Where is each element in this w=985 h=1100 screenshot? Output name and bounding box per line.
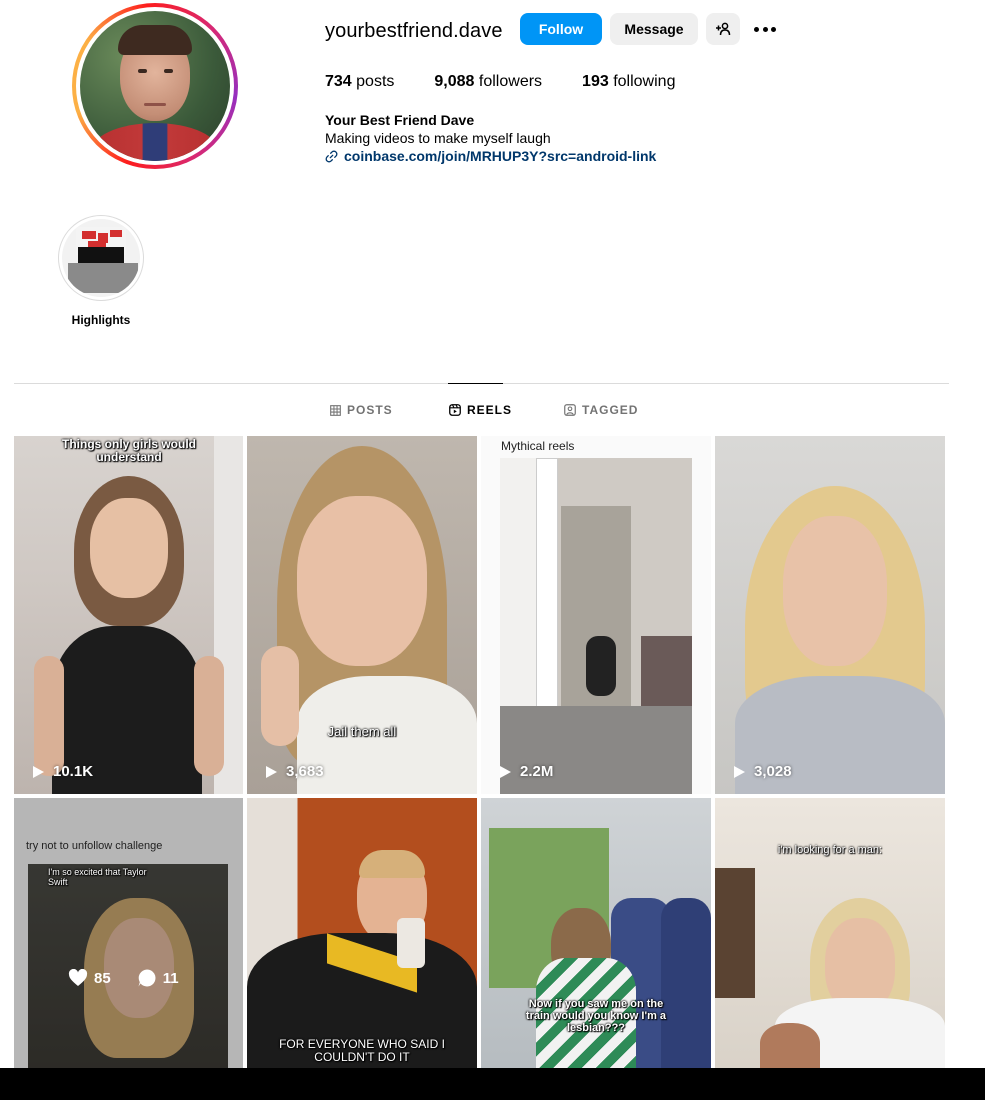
reel-tile[interactable]: Mythical reels 2.2M	[481, 436, 711, 794]
highlight-label: Highlights	[71, 313, 131, 327]
avatar-photo	[80, 11, 230, 161]
follow-button[interactable]: Follow	[520, 13, 602, 45]
play-icon	[33, 765, 44, 778]
reel-caption: Jail them all	[327, 724, 397, 739]
profile-username: yourbestfriend.dave	[325, 20, 503, 42]
profile-bio: Making videos to make myself laugh	[325, 130, 551, 146]
tagged-icon	[564, 404, 576, 416]
following-stat[interactable]: 193 following	[582, 73, 675, 91]
message-button[interactable]: Message	[610, 13, 698, 45]
profile-page: yourbestfriend.dave Follow Message 734 p…	[0, 0, 985, 1068]
reel-views: 3,683	[264, 763, 324, 780]
reel-caption: FOR EVERYONE WHO SAID I COULDN'T DO IT	[279, 1037, 445, 1065]
reel-caption: Mythical reels	[501, 439, 575, 453]
reel-views: 2.2M	[498, 763, 553, 780]
link-icon	[325, 150, 338, 162]
active-tab-indicator	[448, 383, 503, 384]
reel-tile[interactable]: Things only girls would understand 10.1K	[14, 436, 243, 794]
tab-tagged[interactable]: TAGGED	[564, 403, 638, 417]
play-icon	[266, 765, 277, 778]
reel-tile[interactable]: FOR EVERYONE WHO SAID I COULDN'T DO IT	[247, 798, 477, 1068]
followers-stat[interactable]: 9,088 followers	[434, 73, 542, 91]
reel-caption: Now if you saw me on the train would you…	[525, 998, 667, 1035]
add-user-icon	[716, 22, 731, 36]
reel-views: 3,028	[732, 763, 792, 780]
reel-hover-stats: 85 11	[68, 968, 205, 988]
profile-full-name: Your Best Friend Dave	[325, 112, 475, 128]
grid-icon	[330, 404, 341, 416]
reel-caption: try not to unfollow challenge	[26, 840, 163, 852]
suggest-user-button[interactable]	[706, 13, 740, 45]
tab-reels[interactable]: REELS	[449, 403, 512, 417]
play-icon	[734, 765, 745, 778]
reel-caption: i'm looking for a man:	[777, 844, 883, 856]
heart-icon	[68, 969, 88, 986]
reel-tile[interactable]: Jail them all 3,683	[247, 436, 477, 794]
highlight-cover	[62, 219, 140, 297]
play-icon	[500, 765, 511, 778]
more-options-icon[interactable]	[753, 18, 777, 40]
reel-caption: Things only girls would understand	[62, 437, 196, 465]
profile-avatar[interactable]	[72, 3, 238, 169]
reel-tile[interactable]: 3,028	[715, 436, 945, 794]
tab-posts[interactable]: POSTS	[330, 403, 393, 417]
reel-tile[interactable]: i'm looking for a man:	[715, 798, 945, 1068]
reel-views: 10.1K	[31, 763, 93, 780]
reels-icon	[449, 404, 461, 416]
posts-stat: 734 posts	[325, 73, 395, 90]
highlight-item[interactable]	[58, 215, 144, 301]
reel-tile[interactable]: Now if you saw me on the train would you…	[481, 798, 711, 1068]
profile-stats: 734 posts 9,088 followers 193 following	[325, 73, 715, 91]
reel-inner-caption: I'm so excited that Taylor Swift	[48, 867, 147, 887]
profile-link[interactable]: coinbase.com/join/MRHUP3Y?src=android-li…	[325, 148, 656, 164]
reel-tile[interactable]: try not to unfollow challenge I'm so exc…	[14, 798, 243, 1068]
comment-icon	[138, 969, 156, 987]
